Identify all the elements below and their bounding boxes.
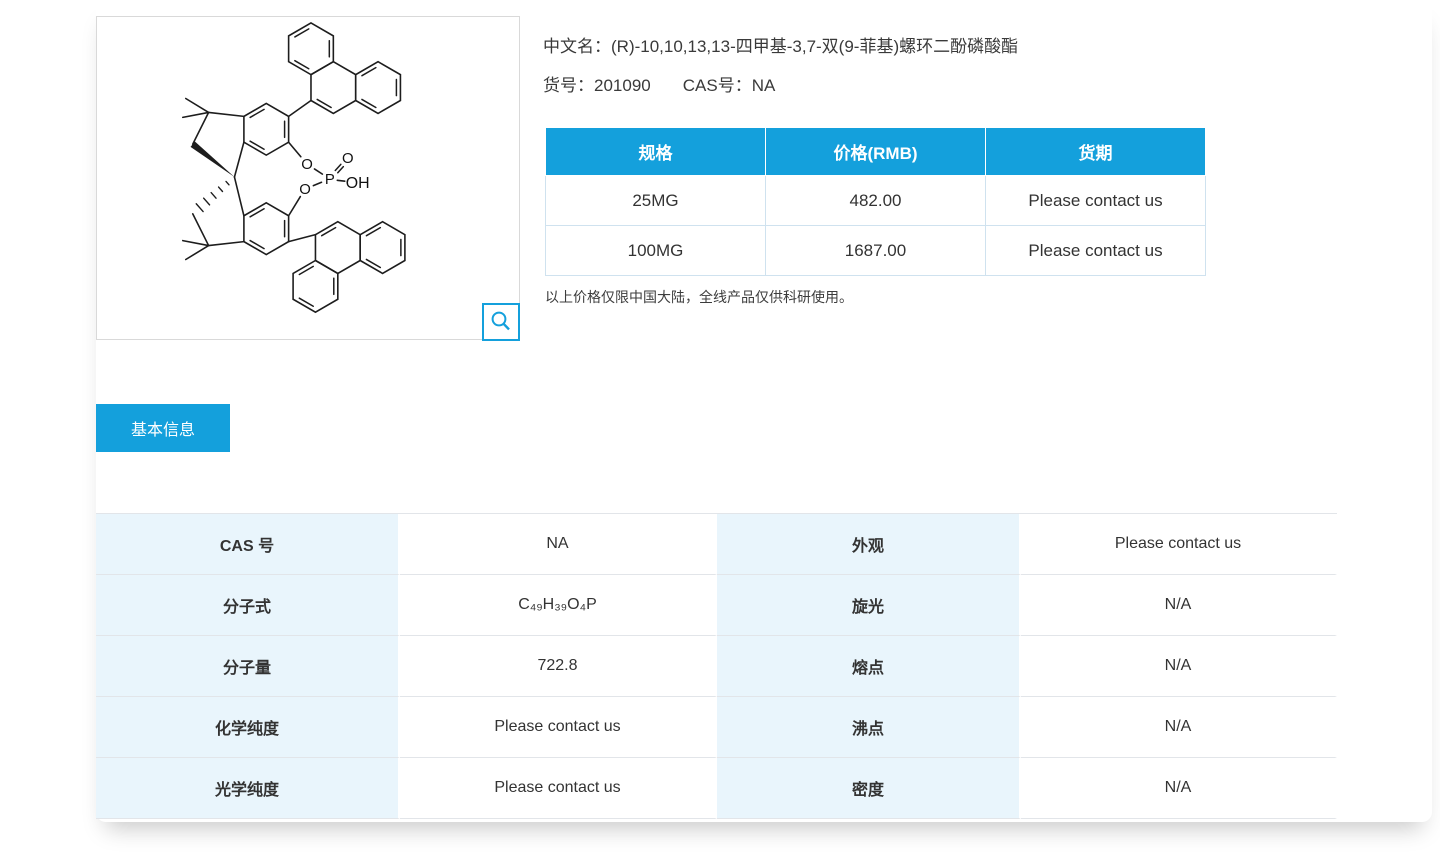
info-value: NA [400,514,717,575]
info-label: 分子式 [96,575,400,636]
svg-text:O: O [301,157,313,173]
info-value: N/A [1021,758,1337,819]
price-cell: 482.00 [765,175,986,226]
info-value: Please contact us [400,758,717,819]
info-label: 密度 [717,758,1021,819]
pricing-row: 100MG 1687.00 Please contact us [545,225,1206,276]
pricing-header-price: 价格(RMB) [765,127,986,176]
info-row: 光学纯度 Please contact us 密度 N/A [96,758,1337,819]
item-no-value: 201090 [594,76,651,95]
delivery-cell: Please contact us [985,225,1206,276]
info-label: CAS 号 [96,514,400,575]
tab-basic-info[interactable]: 基本信息 [96,404,230,452]
pricing-header-delivery: 货期 [985,127,1206,176]
info-value: N/A [1021,636,1337,697]
spec-cell: 25MG [545,175,766,226]
info-label: 分子量 [96,636,400,697]
basic-info-section: CAS 号 NA 外观 Please contact us 分子式 C₄₉H₃₉… [96,513,1337,819]
magnifier-icon [491,311,510,331]
product-name-line: 中文名：(R)-10,10,13,13-四甲基-3,7-双(9-菲基)螺环二酚磷… [543,32,1018,57]
info-value: C₄₉H₃₉O₄P [400,575,717,636]
cas-label: CAS号： [682,76,752,95]
pricing-header-spec: 规格 [545,127,766,176]
info-label: 化学纯度 [96,697,400,758]
pricing-header-row: 规格 价格(RMB) 货期 [545,127,1206,176]
spec-cell: 100MG [545,225,766,276]
svg-text:O: O [342,151,354,167]
molecule-structure-drawing: OOPOOH [181,22,406,314]
info-label: 旋光 [717,575,1021,636]
info-row: 分子式 C₄₉H₃₉O₄P 旋光 N/A [96,575,1337,636]
info-label: 熔点 [717,636,1021,697]
info-value: N/A [1021,697,1337,758]
cas-value: NA [751,76,776,95]
product-code-line: 货号：201090 CAS号：NA [543,71,775,96]
info-value: 722.8 [400,636,717,697]
pricing-row: 25MG 482.00 Please contact us [545,175,1206,226]
svg-text:P: P [325,172,335,188]
product-name: (R)-10,10,13,13-四甲基-3,7-双(9-菲基)螺环二酚磷酸酯 [611,37,1019,56]
item-no-label: 货号： [543,76,594,95]
pricing-section: 规格 价格(RMB) 货期 25MG 482.00 Please contact… [545,127,1206,307]
product-name-label: 中文名： [543,37,611,56]
info-label: 沸点 [717,697,1021,758]
info-value: N/A [1021,575,1337,636]
price-cell: 1687.00 [765,225,986,276]
info-value: Please contact us [1021,514,1337,575]
delivery-cell: Please contact us [985,175,1206,226]
svg-text:OH: OH [346,175,370,192]
info-row: CAS 号 NA 外观 Please contact us [96,514,1337,575]
basic-info-table: CAS 号 NA 外观 Please contact us 分子式 C₄₉H₃₉… [96,513,1337,819]
pricing-table: 规格 价格(RMB) 货期 25MG 482.00 Please contact… [545,127,1206,276]
product-detail-card: O O P O OH 中文名：(R)-10,10,13,13-四甲基-3,7-双(9-菲… [96,0,1432,822]
info-value: Please contact us [400,697,717,758]
info-label: 外观 [717,514,1021,575]
svg-text:O: O [299,182,311,198]
info-label: 光学纯度 [96,758,400,819]
info-row: 化学纯度 Please contact us 沸点 N/A [96,697,1337,758]
info-row: 分子量 722.8 熔点 N/A [96,636,1337,697]
image-zoom-button[interactable] [482,303,520,341]
product-structure-image: O O P O OH [96,16,520,341]
pricing-note: 以上价格仅限中国大陆，全线产品仅供科研使用。 [545,289,853,305]
